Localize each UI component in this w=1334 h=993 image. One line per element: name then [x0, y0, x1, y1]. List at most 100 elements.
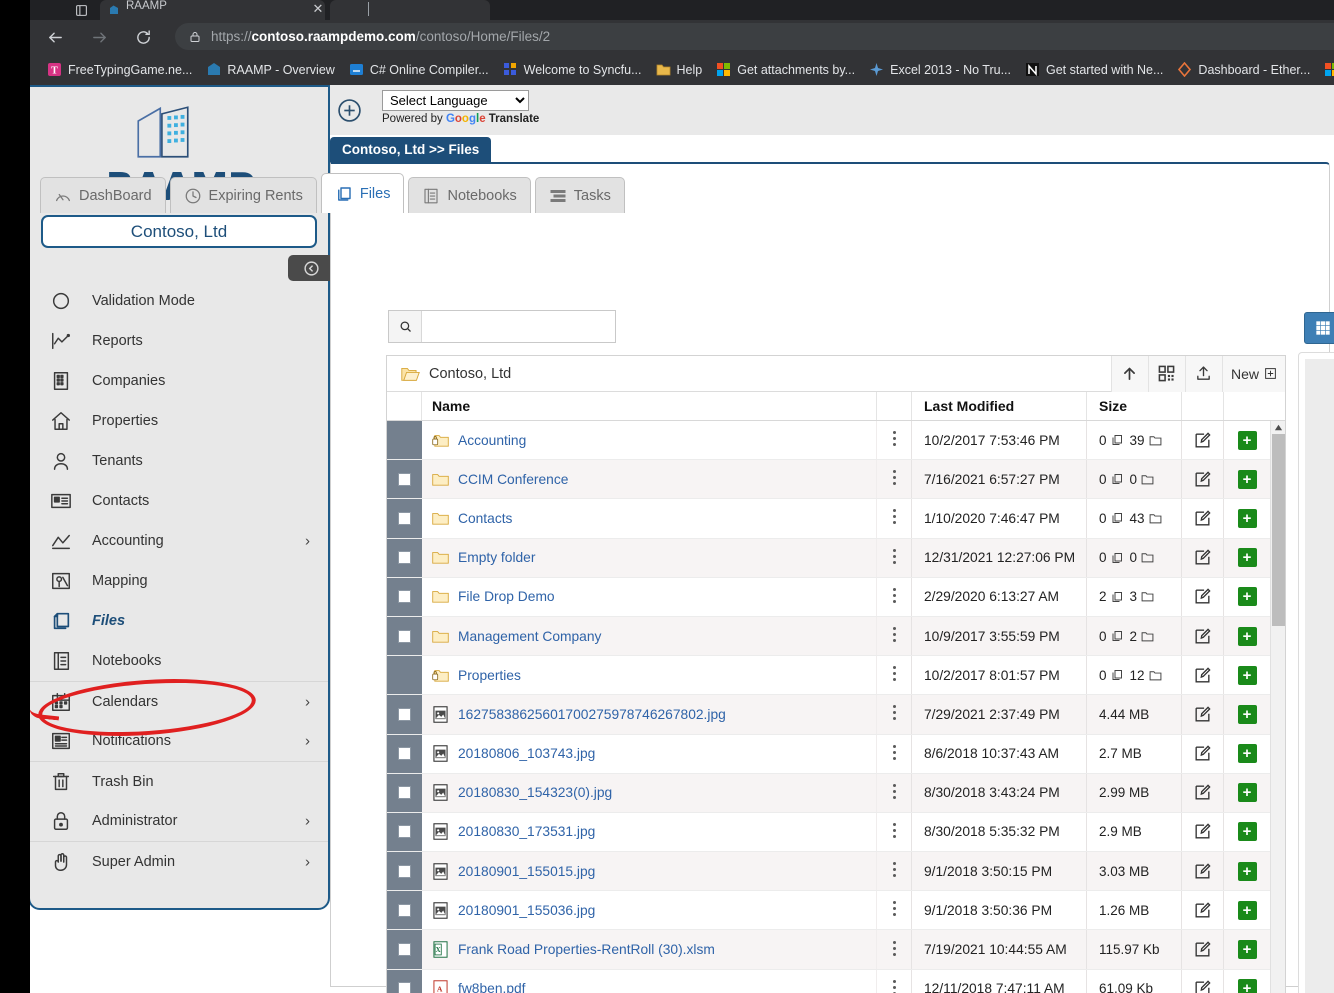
- header-size[interactable]: Size: [1087, 392, 1182, 420]
- language-select[interactable]: Select Language: [382, 90, 529, 111]
- row-add-cell[interactable]: +: [1224, 970, 1270, 993]
- table-row[interactable]: 20180830_154323(0).jpg 8/30/2018 3:43:24 …: [387, 773, 1285, 813]
- file-name-link[interactable]: Management Company: [458, 629, 601, 644]
- table-row[interactable]: 20180901_155036.jpg 9/1/2018 3:50:36 PM 1.…: [387, 891, 1285, 931]
- reload-button[interactable]: [130, 24, 156, 50]
- bookmark-item[interactable]: Welcome to Syncfu...: [496, 57, 649, 83]
- sidebar-item-administrator[interactable]: Administrator ›: [30, 801, 328, 841]
- new-tab-button[interactable]: [330, 0, 490, 20]
- bookmark-item[interactable]: Help: [649, 57, 710, 83]
- file-name-link[interactable]: Frank Road Properties-RentRoll (30).xlsm: [458, 942, 715, 957]
- sidebar-item-reports[interactable]: Reports: [30, 321, 328, 361]
- bookmark-item[interactable]: Get started with Ne...: [1018, 57, 1170, 83]
- row-checkbox[interactable]: [398, 903, 411, 917]
- row-add-cell[interactable]: +: [1224, 774, 1270, 812]
- row-add-cell[interactable]: +: [1224, 460, 1270, 498]
- row-checkbox[interactable]: [398, 747, 411, 761]
- row-checkbox[interactable]: [398, 590, 411, 604]
- row-name-cell[interactable]: 16275838625601700275978746267802.jpg: [422, 695, 877, 734]
- row-add-cell[interactable]: +: [1224, 539, 1270, 577]
- row-add-cell[interactable]: +: [1224, 578, 1270, 616]
- grid-view-button[interactable]: [1304, 312, 1334, 344]
- row-menu-icon[interactable]: [892, 979, 896, 993]
- row-menu-icon[interactable]: [892, 470, 896, 488]
- file-name-link[interactable]: CCIM Conference: [458, 472, 568, 487]
- header-name[interactable]: Name: [422, 392, 877, 420]
- row-name-cell[interactable]: Empty folder: [422, 538, 877, 577]
- row-menu-icon[interactable]: [892, 705, 896, 723]
- bookmark-item[interactable]: Excel 2013 - No Tru...: [862, 57, 1018, 83]
- row-checkbox[interactable]: [398, 629, 411, 643]
- row-add-cell[interactable]: +: [1224, 891, 1270, 929]
- table-row[interactable]: Management Company 10/9/2017 3:55:59 PM 0 2…: [387, 616, 1285, 657]
- row-menu-cell[interactable]: [877, 812, 912, 852]
- row-menu-cell[interactable]: [877, 538, 912, 577]
- row-add-cell[interactable]: +: [1224, 656, 1270, 694]
- table-row[interactable]: 20180830_173531.jpg 8/30/2018 5:35:32 PM 2…: [387, 812, 1285, 853]
- file-name-link[interactable]: 20180830_154323(0).jpg: [458, 785, 612, 800]
- forward-button[interactable]: [86, 24, 112, 50]
- row-name-cell[interactable]: Afw8ben.pdf: [422, 969, 877, 993]
- navigate-up-button[interactable]: [1110, 355, 1148, 392]
- row-menu-icon[interactable]: [892, 548, 896, 567]
- row-checkbox[interactable]: [398, 472, 411, 486]
- file-name-link[interactable]: 20180901_155015.jpg: [458, 864, 595, 879]
- row-edit-cell[interactable]: [1182, 538, 1224, 577]
- sidebar-item-notifications[interactable]: Notifications ›: [30, 721, 328, 761]
- upload-button[interactable]: [1184, 355, 1222, 392]
- row-checkbox[interactable]: [398, 943, 411, 957]
- sidebar-item-mapping[interactable]: Mapping: [30, 561, 328, 601]
- row-name-cell[interactable]: 20180901_155036.jpg: [422, 891, 877, 930]
- row-name-cell[interactable]: 20180901_155015.jpg: [422, 852, 877, 891]
- row-select-cell[interactable]: [387, 773, 422, 812]
- row-edit-cell[interactable]: [1182, 499, 1224, 538]
- row-checkbox[interactable]: [398, 551, 411, 565]
- row-menu-cell[interactable]: [877, 616, 912, 656]
- sidebar-item-accounting[interactable]: Accounting ›: [30, 521, 328, 561]
- row-menu-icon[interactable]: [892, 940, 896, 959]
- bookmark-item[interactable]: Get attachments by...: [709, 57, 862, 83]
- sidebar-item-companies[interactable]: Companies: [30, 361, 328, 401]
- tab-expiring-rents[interactable]: Expiring Rents: [169, 177, 317, 213]
- table-row[interactable]: Empty folder 12/31/2021 12:27:06 PM 0 0 +: [387, 538, 1285, 578]
- row-checkbox[interactable]: [398, 825, 411, 839]
- row-menu-cell[interactable]: [877, 852, 912, 891]
- qr-code-button[interactable]: [1147, 355, 1185, 392]
- header-select-all[interactable]: [387, 392, 422, 420]
- sidebar-item-contacts[interactable]: Contacts: [30, 481, 328, 521]
- row-menu-icon[interactable]: [892, 666, 896, 684]
- new-item-button[interactable]: New: [1221, 355, 1285, 392]
- file-table-scrollbar[interactable]: [1270, 421, 1285, 993]
- row-checkbox[interactable]: [398, 511, 411, 525]
- file-name-link[interactable]: 20180806_103743.jpg: [458, 746, 595, 761]
- scroll-up-arrow[interactable]: [1273, 422, 1284, 433]
- back-button[interactable]: [42, 24, 68, 50]
- row-add-cell[interactable]: +: [1224, 852, 1270, 890]
- row-menu-icon[interactable]: [892, 901, 896, 919]
- row-name-cell[interactable]: Properties: [422, 656, 877, 695]
- row-name-cell[interactable]: File Drop Demo: [422, 577, 877, 616]
- row-menu-cell[interactable]: [877, 460, 912, 499]
- row-checkbox[interactable]: [398, 864, 411, 878]
- row-select-cell[interactable]: [387, 656, 422, 695]
- row-checkbox[interactable]: [398, 786, 411, 800]
- table-row[interactable]: 16275838625601700275978746267802.jpg 7/29…: [387, 695, 1285, 735]
- row-edit-cell[interactable]: [1182, 421, 1224, 460]
- scrollbar-thumb[interactable]: [1272, 434, 1285, 626]
- row-edit-cell[interactable]: [1182, 656, 1224, 695]
- row-select-cell[interactable]: [387, 499, 422, 538]
- row-menu-icon[interactable]: [892, 862, 896, 880]
- row-select-cell[interactable]: [387, 421, 422, 460]
- row-checkbox[interactable]: [398, 982, 411, 993]
- bookmark-item[interactable]: Dashboard - Ether...: [1170, 57, 1317, 83]
- row-menu-cell[interactable]: [877, 734, 912, 773]
- tab-files[interactable]: Files: [320, 173, 405, 213]
- sidebar-item-calendars[interactable]: Calendars ›: [30, 681, 328, 721]
- sidebar-item-properties[interactable]: Properties: [30, 401, 328, 441]
- row-add-cell[interactable]: +: [1224, 813, 1270, 851]
- row-add-cell[interactable]: +: [1224, 499, 1270, 537]
- row-name-cell[interactable]: Management Company: [422, 616, 877, 656]
- file-name-link[interactable]: Properties: [458, 668, 521, 683]
- tab-notebooks[interactable]: Notebooks: [408, 177, 531, 213]
- row-name-cell[interactable]: X Frank Road Properties-RentRoll (30).xls…: [422, 930, 877, 969]
